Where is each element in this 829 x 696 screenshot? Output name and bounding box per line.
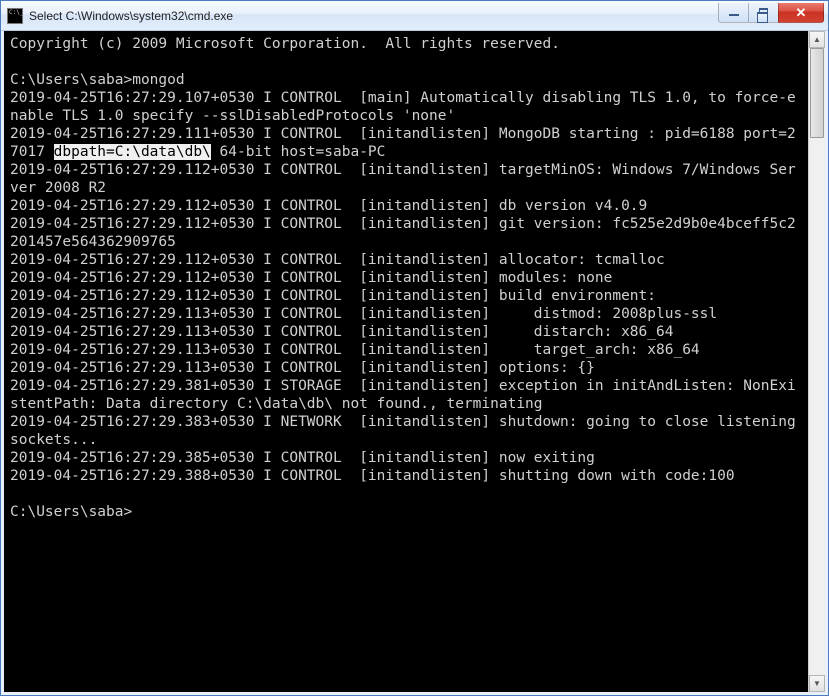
line: 2019-04-25T16:27:29.112+0530 I CONTROL [… <box>10 162 796 196</box>
line: 2019-04-25T16:27:29.113+0530 I CONTROL [… <box>10 306 717 322</box>
close-button[interactable]: ✕ <box>778 3 824 23</box>
highlighted-text[interactable]: dbpath=C:\data\db\ <box>54 144 211 160</box>
line: 2019-04-25T16:27:29.107+0530 I CONTROL [… <box>10 90 796 124</box>
maximize-button[interactable] <box>748 3 778 23</box>
line: 2019-04-25T16:27:29.112+0530 I CONTROL [… <box>10 270 612 286</box>
line: 2019-04-25T16:27:29.385+0530 I CONTROL [… <box>10 450 595 466</box>
prompt-line: C:\Users\saba>mongod <box>10 72 185 88</box>
line: 2019-04-25T16:27:29.388+0530 I CONTROL [… <box>10 468 735 484</box>
line: 2019-04-25T16:27:29.381+0530 I STORAGE [… <box>10 378 796 412</box>
scroll-up-button[interactable]: ▲ <box>809 31 825 48</box>
client-area: Copyright (c) 2009 Microsoft Corporation… <box>1 31 828 695</box>
line: 2019-04-25T16:27:29.113+0530 I CONTROL [… <box>10 342 700 358</box>
window-title: Select C:\Windows\system32\cmd.exe <box>27 9 714 23</box>
vertical-scrollbar[interactable]: ▲ ▼ <box>808 31 825 692</box>
window-controls: ✕ <box>718 3 824 23</box>
cmd-app-icon <box>7 8 23 24</box>
prompt-line: C:\Users\saba> <box>10 504 132 520</box>
line: 2019-04-25T16:27:29.112+0530 I CONTROL [… <box>10 216 796 250</box>
line: 64-bit host=saba-PC <box>211 144 386 160</box>
line: 2019-04-25T16:27:29.113+0530 I CONTROL [… <box>10 360 595 376</box>
scrollbar-thumb[interactable] <box>810 48 824 138</box>
line: Copyright (c) 2009 Microsoft Corporation… <box>10 36 560 52</box>
line: 2019-04-25T16:27:29.112+0530 I CONTROL [… <box>10 198 647 214</box>
maximize-icon <box>759 8 768 16</box>
line: 2019-04-25T16:27:29.383+0530 I NETWORK [… <box>10 414 804 448</box>
close-icon: ✕ <box>796 6 807 19</box>
minimize-button[interactable] <box>718 3 748 23</box>
line: 2019-04-25T16:27:29.112+0530 I CONTROL [… <box>10 288 656 304</box>
line: 2019-04-25T16:27:29.112+0530 I CONTROL [… <box>10 252 665 268</box>
titlebar[interactable]: Select C:\Windows\system32\cmd.exe ✕ <box>1 1 828 31</box>
cmd-window: Select C:\Windows\system32\cmd.exe ✕ Cop… <box>0 0 829 696</box>
terminal-output[interactable]: Copyright (c) 2009 Microsoft Corporation… <box>4 31 808 692</box>
scrollbar-track[interactable] <box>809 48 825 675</box>
minimize-icon <box>729 14 739 16</box>
line: 2019-04-25T16:27:29.113+0530 I CONTROL [… <box>10 324 673 340</box>
scroll-down-button[interactable]: ▼ <box>809 675 825 692</box>
